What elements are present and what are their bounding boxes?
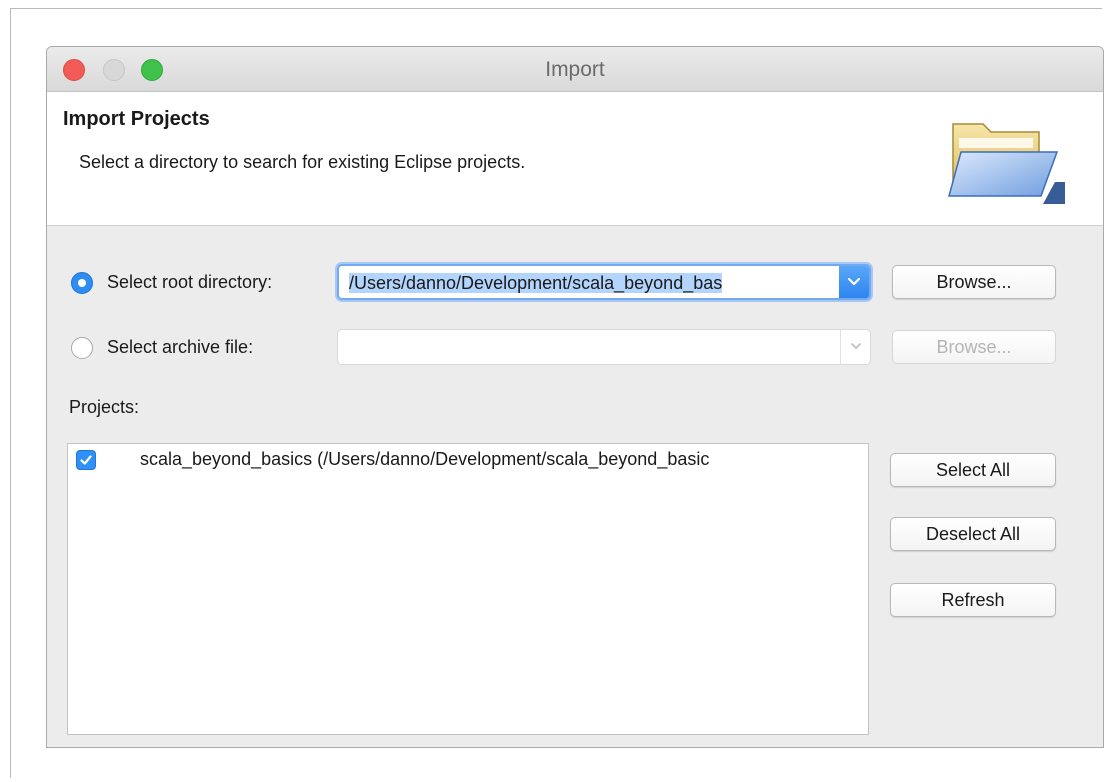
archive-file-radio[interactable] [71,337,93,359]
title-bar: Import [47,47,1103,92]
deselect-all-button[interactable]: Deselect All [890,517,1056,551]
root-directory-dropdown-button[interactable] [839,266,869,298]
refresh-button[interactable]: Refresh [890,583,1056,617]
list-item[interactable]: scala_beyond_basics (/Users/danno/Develo… [68,444,868,478]
project-label: scala_beyond_basics (/Users/danno/Develo… [140,449,710,469]
window-title: Import [545,58,605,81]
projects-label: Projects: [69,397,140,417]
chevron-down-icon [851,343,861,349]
page-title: Import Projects [63,108,210,130]
root-directory-value: /Users/danno/Development/scala_beyond_ba… [349,273,723,293]
root-directory-radio[interactable] [71,272,93,294]
browse-archive-button[interactable]: Browse... [892,330,1056,364]
page-description: Select a directory to search for existin… [79,152,526,172]
archive-file-dropdown-button[interactable] [840,330,870,364]
archive-file-label: Select archive file: [107,337,254,357]
folder-open-icon [948,123,1065,204]
projects-list[interactable]: scala_beyond_basics (/Users/danno/Develo… [67,443,869,735]
wizard-header: Import Projects Select a directory to se… [47,92,1103,226]
chevron-down-icon [847,277,861,286]
import-dialog: Import Import Projects Select a director… [46,46,1104,748]
browse-directory-button[interactable]: Browse... [892,265,1056,299]
root-directory-label: Select root directory: [107,272,273,292]
archive-file-row: Select archive file: Browse... [47,327,1103,367]
select-all-button[interactable]: Select All [890,453,1056,487]
project-checkbox[interactable] [76,450,96,470]
root-directory-combo[interactable]: /Users/danno/Development/scala_beyond_ba… [337,264,871,300]
archive-file-combo[interactable] [337,329,871,365]
root-directory-row: Select root directory: /Users/danno/Deve… [47,262,1103,302]
archive-file-value [348,335,828,359]
checkmark-icon [80,455,92,465]
